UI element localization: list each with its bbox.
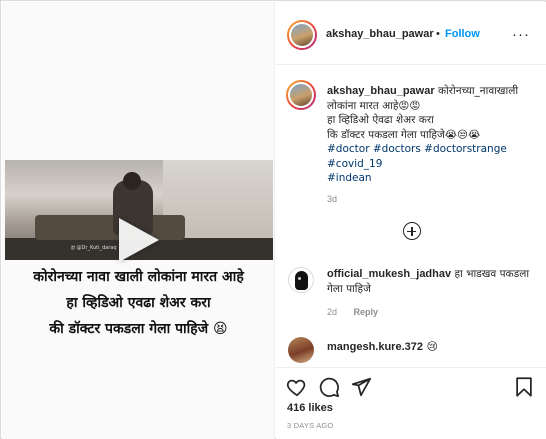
caption-age[interactable]: 3d — [327, 194, 337, 204]
caption-author-avatar[interactable] — [286, 80, 316, 110]
post-caption: akshay_bhau_pawar कोरोनच्या_नावाखाली लोक… — [327, 84, 532, 186]
commenter-avatar[interactable] — [288, 267, 314, 293]
hashtag-link[interactable]: #indean — [327, 171, 532, 186]
hashtag-link[interactable]: #covid_19 — [327, 157, 532, 172]
comment-age[interactable]: 2d — [327, 307, 337, 317]
load-more-comments-icon[interactable] — [403, 222, 421, 240]
comment-text: 😢 — [426, 340, 438, 353]
heart-icon[interactable] — [286, 376, 308, 398]
comment: mangesh.kure.372 😢 — [327, 340, 438, 353]
caption-text-line: कि डॉक्टर पकडला गेला पाहिजे😭😒😭 — [327, 128, 481, 141]
caption-username[interactable]: akshay_bhau_pawar — [327, 85, 435, 97]
separator-dot: • — [436, 28, 440, 40]
image-caption-line: हा व्हिडिओ एवढा शेअर करा — [66, 295, 211, 311]
post-date[interactable]: 3 DAYS AGO — [287, 421, 333, 430]
reply-button[interactable]: Reply — [354, 307, 379, 317]
image-caption: कोरोनच्या नावा खाली लोकांना मारत आहे हा … — [2, 264, 274, 342]
commenter-avatar[interactable] — [288, 337, 314, 363]
video-watermark: ड्रा @Dr_Kuti_daraq — [71, 245, 117, 251]
follow-button[interactable]: Follow — [445, 28, 480, 40]
author-username[interactable]: akshay_bhau_pawar — [326, 28, 434, 40]
bookmark-icon[interactable] — [513, 376, 535, 398]
post-side-panel: akshay_bhau_pawar • Follow ··· akshay_bh… — [276, 2, 546, 439]
comment-username[interactable]: mangesh.kure.372 — [327, 341, 423, 353]
share-icon[interactable] — [350, 376, 372, 398]
hashtag-link[interactable]: #doctor #doctors #doctorstrange — [327, 142, 532, 157]
author-avatar[interactable] — [287, 20, 317, 50]
post-dialog: ड्रा @Dr_Kuti_daraq कोरोनच्या नावा खाली … — [0, 0, 546, 439]
comment-username[interactable]: official_mukesh_jadhav — [327, 268, 451, 280]
post-media[interactable]: ड्रा @Dr_Kuti_daraq कोरोनच्या नावा खाली … — [2, 2, 275, 439]
image-caption-line: की डॉक्टर पकडला गेला पाहिजे 😫 — [49, 321, 228, 337]
action-bar: 416 likes 3 DAYS AGO — [276, 367, 546, 439]
likes-count[interactable]: 416 likes — [287, 402, 333, 414]
comment-icon[interactable] — [318, 376, 340, 398]
play-icon[interactable] — [119, 218, 159, 262]
comment-meta: 2d Reply — [327, 307, 392, 317]
more-options-icon[interactable]: ··· — [512, 26, 530, 43]
video-bed — [35, 215, 185, 240]
caption-text-line: हा व्हिडिओ ऐवढा शेअर करा — [327, 114, 434, 126]
comment: official_mukesh_jadhav हा भाडखव पकडला गे… — [327, 267, 537, 296]
comments-section[interactable]: akshay_bhau_pawar कोरोनच्या_नावाखाली लोक… — [276, 66, 546, 367]
image-caption-line: कोरोनच्या नावा खाली लोकांना मारत आहे — [33, 269, 244, 285]
post-header: akshay_bhau_pawar • Follow ··· — [276, 2, 546, 65]
video-person-head — [123, 172, 141, 190]
